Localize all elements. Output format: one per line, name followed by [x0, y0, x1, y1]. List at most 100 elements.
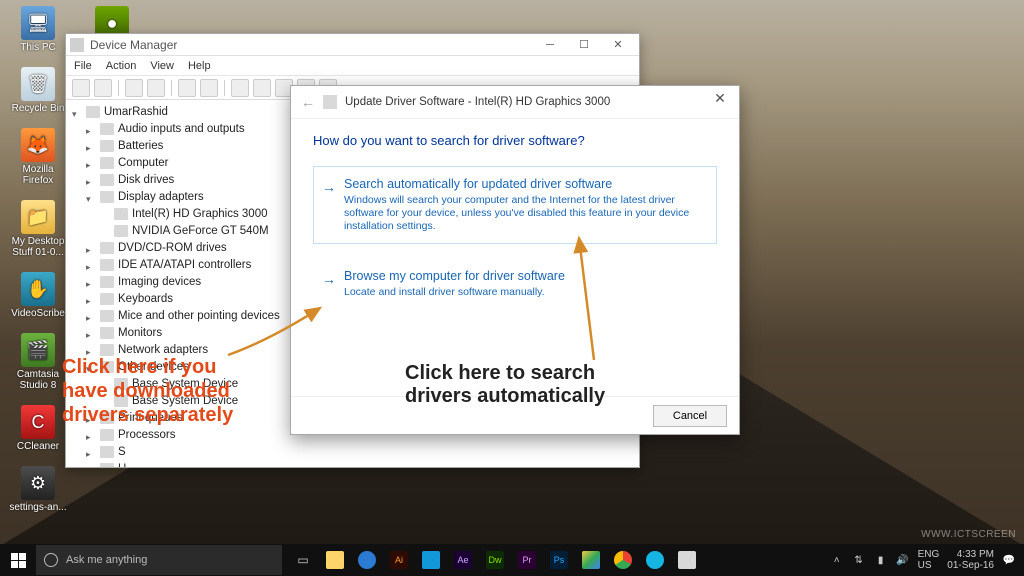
tree-node-covered[interactable]: ▸H	[86, 461, 633, 467]
desktop-icon-label: My Desktop Stuff 01-0...	[8, 236, 68, 258]
option-search-automatically[interactable]: → Search automatically for updated drive…	[313, 166, 717, 244]
expand-icon[interactable]: ▸	[86, 140, 96, 150]
nav-forward-button[interactable]	[94, 79, 112, 97]
taskbar-app-chrome[interactable]	[608, 545, 638, 575]
dialog-title: Update Driver Software - Intel(R) HD Gra…	[345, 96, 610, 108]
maximize-button[interactable]: ☐	[567, 35, 601, 55]
tray-language[interactable]: ENG US	[918, 549, 940, 571]
tree-label: Batteries	[118, 140, 163, 152]
expand-icon[interactable]: ▸	[86, 429, 96, 439]
device-icon	[100, 463, 114, 467]
option-description: Windows will search your computer and th…	[344, 194, 704, 233]
tree-label: DVD/CD-ROM drives	[118, 242, 227, 254]
annotation-line: Click here to search	[405, 362, 605, 385]
tree-label: Processors	[118, 429, 176, 441]
taskbar-app-drive[interactable]	[576, 545, 606, 575]
desktop-icon-label: Mozilla Firefox	[8, 164, 68, 186]
expand-icon[interactable]: ▸	[86, 446, 96, 456]
expand-icon[interactable]: ▸	[86, 344, 96, 354]
annotation-line: Click here if you	[62, 355, 233, 379]
expand-icon[interactable]: ▸	[86, 123, 96, 133]
tray-network-icon[interactable]: ⇅	[852, 553, 866, 567]
annotation-line: drivers automatically	[405, 385, 605, 408]
toolbar-button[interactable]	[231, 79, 249, 97]
toolbar-button[interactable]	[253, 79, 271, 97]
tree-label: Imaging devices	[118, 276, 201, 288]
desktop-icon-firefox[interactable]: 🦊Mozilla Firefox	[8, 128, 68, 186]
taskbar-app-edge[interactable]	[352, 545, 382, 575]
windows-logo-icon	[11, 553, 26, 568]
nav-back-button[interactable]	[72, 79, 90, 97]
expand-icon[interactable]: ▸	[86, 174, 96, 184]
desktop-icon-ccleaner[interactable]: CCCleaner	[8, 405, 68, 452]
tray-chevron-up-icon[interactable]: ˄	[830, 553, 844, 567]
tray-battery-icon[interactable]: ▮	[874, 553, 888, 567]
tree-label: S	[118, 446, 126, 458]
notifications-button[interactable]: 💬	[1002, 553, 1016, 567]
task-view-button[interactable]: ▭	[288, 545, 318, 575]
taskbar-app-aftereffects[interactable]: Ae	[448, 545, 478, 575]
desktop-icon-settings[interactable]: ⚙settings-an...	[8, 466, 68, 513]
expand-icon[interactable]: ▸	[86, 293, 96, 303]
kbd-code: US	[918, 560, 940, 571]
taskbar-app-premiere[interactable]: Pr	[512, 545, 542, 575]
tray-volume-icon[interactable]: 🔊	[896, 553, 910, 567]
device-icon	[100, 446, 114, 458]
desktop-icon-folder-mystuff[interactable]: 📁My Desktop Stuff 01-0...	[8, 200, 68, 258]
menu-help[interactable]: Help	[188, 60, 211, 72]
expand-icon[interactable]: ▸	[86, 310, 96, 320]
expand-icon[interactable]: ▸	[86, 157, 96, 167]
expand-icon[interactable]: ▸	[86, 242, 96, 252]
expand-icon[interactable]: ▸	[86, 276, 96, 286]
cancel-button[interactable]: Cancel	[653, 405, 727, 427]
taskbar-app-illustrator[interactable]: Ai	[384, 545, 414, 575]
menu-action[interactable]: Action	[106, 60, 137, 72]
desktop-icon-label: Recycle Bin	[8, 103, 68, 114]
toolbar-button[interactable]	[178, 79, 196, 97]
display-icon	[114, 225, 128, 237]
titlebar[interactable]: Device Manager ─ ☐ ✕	[66, 34, 639, 56]
tree-label: Computer	[118, 157, 169, 169]
device-icon	[100, 259, 114, 271]
taskbar: Ask me anything ▭ Ai Ae Dw Pr Ps ˄ ⇅ ▮ 🔊…	[0, 544, 1024, 576]
driver-icon	[323, 95, 337, 109]
tree-node-covered[interactable]: ▸S	[86, 444, 633, 461]
desktop-icon-camtasia[interactable]: 🎬Camtasia Studio 8	[8, 333, 68, 391]
taskbar-app-explorer[interactable]	[320, 545, 350, 575]
clock-time: 4:33 PM	[947, 549, 994, 560]
watermark: WWW.ICTSCREEN	[921, 529, 1016, 540]
taskbar-app-photoshop[interactable]: Ps	[544, 545, 574, 575]
desktop-icon-this-pc[interactable]: 🖥This PC	[8, 6, 68, 53]
taskbar-app[interactable]	[640, 545, 670, 575]
taskbar-app-devicemanager[interactable]	[672, 545, 702, 575]
close-button[interactable]: ✕	[601, 35, 635, 55]
desktop-icon-recycle-bin[interactable]: 🗑Recycle Bin	[8, 67, 68, 114]
back-arrow-icon[interactable]: ←	[301, 94, 315, 110]
collapse-icon[interactable]: ▾	[72, 106, 82, 116]
close-button[interactable]: ✕	[707, 90, 733, 107]
device-icon	[100, 429, 114, 441]
option-browse-computer[interactable]: → Browse my computer for driver software…	[313, 258, 717, 310]
taskbar-app-dreamweaver[interactable]: Dw	[480, 545, 510, 575]
menu-file[interactable]: File	[74, 60, 92, 72]
taskbar-app-store[interactable]	[416, 545, 446, 575]
expand-icon[interactable]: ▸	[86, 463, 96, 467]
desktop-icon-videoscribe[interactable]: ✋VideoScribe	[8, 272, 68, 319]
toolbar-button[interactable]	[147, 79, 165, 97]
tray-clock[interactable]: 4:33 PM 01-Sep-16	[947, 549, 994, 571]
collapse-icon[interactable]: ▾	[86, 191, 96, 201]
toolbar-button[interactable]	[200, 79, 218, 97]
cortana-search[interactable]: Ask me anything	[36, 545, 282, 575]
minimize-button[interactable]: ─	[533, 35, 567, 55]
tree-label: Keyboards	[118, 293, 173, 305]
menu-view[interactable]: View	[150, 60, 174, 72]
dialog-body: How do you want to search for driver sof…	[291, 119, 739, 396]
expand-icon[interactable]: ▸	[86, 259, 96, 269]
option-title: Search automatically for updated driver …	[344, 177, 704, 191]
clock-date: 01-Sep-16	[947, 560, 994, 571]
arrow-right-icon: →	[322, 179, 336, 195]
toolbar-button[interactable]	[125, 79, 143, 97]
expand-icon[interactable]: ▸	[86, 327, 96, 337]
tree-label: Mice and other pointing devices	[118, 310, 280, 322]
start-button[interactable]	[0, 544, 36, 576]
